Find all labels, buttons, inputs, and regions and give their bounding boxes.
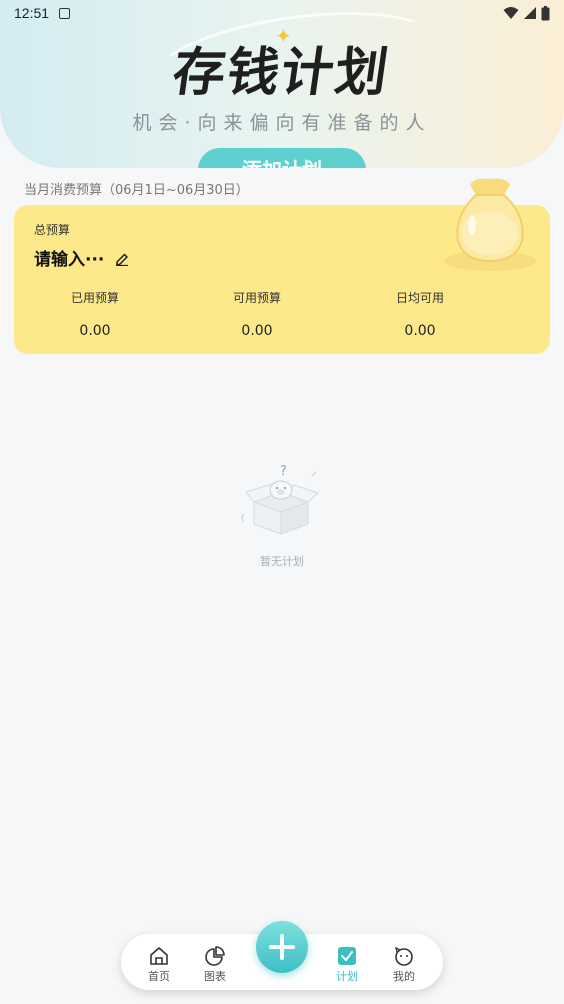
plus-icon — [269, 934, 295, 960]
wifi-icon — [503, 7, 519, 19]
stat-label: 日均可用 — [395, 291, 444, 305]
svg-text:?: ? — [280, 464, 287, 479]
nav-item-plan[interactable]: 计划 — [321, 946, 373, 984]
battery-icon — [541, 5, 550, 20]
notification-icon — [59, 7, 71, 19]
signal-icon — [524, 7, 536, 19]
nav-item-chart[interactable]: 图表 — [189, 946, 241, 984]
nav-item-home[interactable]: 首页 — [133, 946, 185, 984]
status-bar: 12:51 — [0, 0, 564, 26]
stat-value: 0.00 — [404, 323, 436, 339]
status-time: 12:51 — [14, 5, 50, 21]
nav-label: 首页 — [148, 970, 170, 983]
stat-label: 已用预算 — [70, 291, 119, 305]
pig-face-icon — [394, 946, 413, 966]
add-plan-button[interactable]: 添加计划 — [198, 148, 366, 168]
daily-available-stat: 日均可用 0.00 — [340, 289, 500, 339]
empty-state-text: 暂无计划 — [260, 555, 304, 568]
budget-period-label: 当月消费预算（06月1日~06月30日） — [24, 183, 249, 198]
nav-label: 计划 — [336, 970, 358, 983]
pie-chart-icon — [205, 946, 225, 966]
edit-icon[interactable] — [114, 250, 130, 266]
status-icons — [503, 5, 550, 21]
stat-label: 可用预算 — [232, 291, 281, 305]
star-icon: ✦ — [275, 24, 292, 48]
budget-input[interactable]: 请输入··· — [34, 245, 104, 270]
budget-input-row[interactable]: 请输入··· — [34, 245, 130, 270]
available-budget-stat: 可用预算 0.00 — [177, 289, 337, 339]
nav-item-mine[interactable]: 我的 — [378, 946, 430, 984]
add-record-button[interactable] — [256, 921, 308, 973]
nav-label: 我的 — [393, 970, 415, 983]
nav-label: 图表 — [204, 970, 226, 983]
stat-value: 0.00 — [79, 323, 111, 339]
plan-check-icon — [338, 947, 356, 965]
stat-value: 0.00 — [241, 323, 273, 339]
home-icon — [150, 947, 168, 965]
empty-box-icon: ? — [241, 464, 319, 535]
budget-title: 总预算 — [34, 223, 71, 237]
used-budget-stat: 已用预算 0.00 — [15, 289, 175, 339]
banner-subtitle: 机会·向来偏向有准备的人 — [132, 112, 432, 134]
money-pot-icon — [444, 178, 536, 271]
